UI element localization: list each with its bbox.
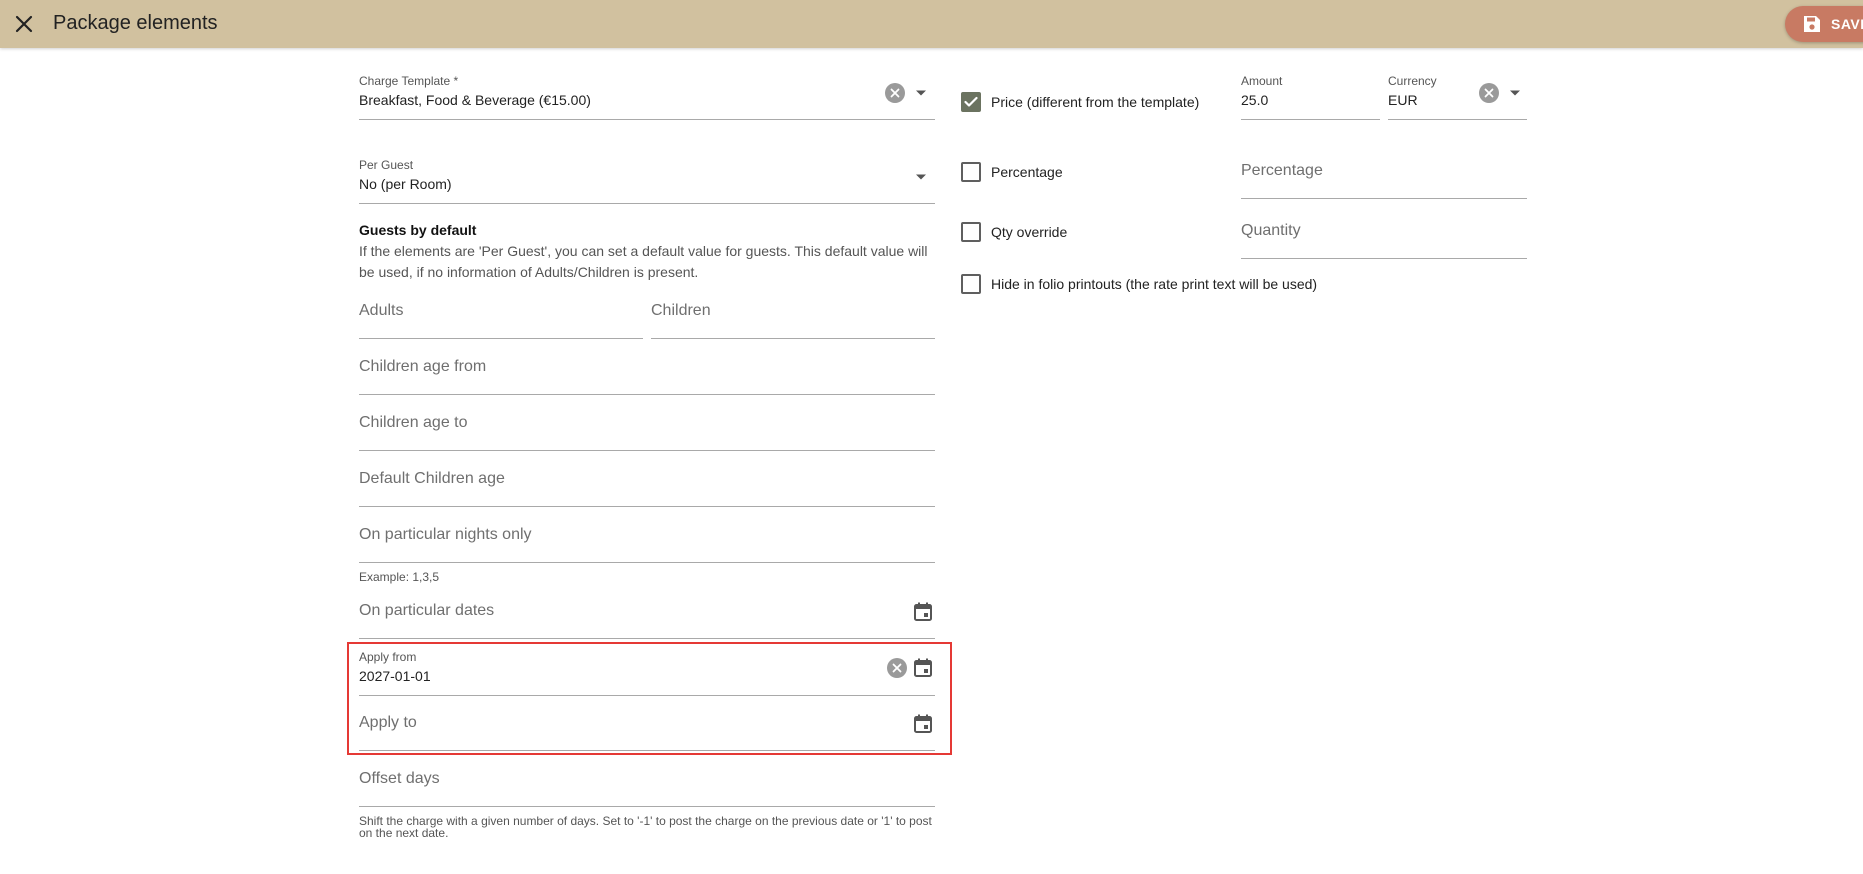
children-age-from-placeholder: Children age from [359,358,487,375]
per-guest-value: No (per Room) [359,176,452,192]
charge-template-label: Charge Template * [359,74,459,88]
default-children-age-placeholder: Default Children age [359,470,505,487]
particular-nights-input[interactable]: On particular nights only [359,514,935,563]
amount-value: 25.0 [1241,92,1269,108]
checkmark-icon [964,96,978,107]
offset-days-hint-line2: on the next date. [359,826,449,840]
per-guest-label: Per Guest [359,158,414,172]
charge-template-value: Breakfast, Food & Beverage (€15.00) [359,92,591,108]
children-age-to-input[interactable]: Children age to [359,402,935,451]
amount-input[interactable]: Amount 25.0 [1241,70,1380,120]
close-icon [15,15,33,33]
chevron-down-icon [1510,90,1520,96]
price-checkbox-label: Price (different from the template) [991,94,1200,110]
particular-nights-hint: Example: 1,3,5 [359,570,440,584]
adults-placeholder: Adults [359,302,404,319]
chevron-down-icon [916,90,926,96]
clear-icon [892,663,902,673]
offset-days-input[interactable]: Offset days [359,758,935,807]
apply-to-input[interactable]: Apply to [359,702,935,751]
clear-icon [890,88,900,98]
apply-from-input[interactable]: Apply from 2027-01-01 [359,646,935,696]
qty-override-checkbox[interactable] [961,222,981,242]
hide-folio-checkbox-label: Hide in folio printouts (the rate print … [991,276,1318,292]
particular-dates-placeholder: On particular dates [359,602,495,619]
guests-default-desc-line1: If the elements are 'Per Guest', you can… [359,243,928,259]
save-button-label: SAVE [1831,16,1863,32]
apply-to-placeholder: Apply to [359,714,417,731]
quantity-input[interactable]: Quantity [1241,210,1527,259]
default-children-age-input[interactable]: Default Children age [359,458,935,507]
save-button[interactable]: SAVE [1785,6,1863,42]
price-checkbox[interactable] [961,92,981,112]
guests-default-desc-line2: be used, if no information of Adults/Chi… [359,264,699,280]
amount-label: Amount [1241,74,1283,88]
clear-apply-from-button[interactable] [887,658,907,678]
percentage-checkbox[interactable] [961,162,981,182]
currency-value: EUR [1388,92,1418,108]
children-input[interactable]: Children [651,290,935,339]
apply-from-value: 2027-01-01 [359,668,431,684]
children-age-to-placeholder: Children age to [359,414,468,431]
offset-days-placeholder: Offset days [359,770,440,787]
particular-dates-input[interactable]: On particular dates [359,590,935,639]
clear-charge-template-button[interactable] [885,83,905,103]
apply-from-calendar-button[interactable] [911,656,935,680]
close-button[interactable] [8,8,40,40]
particular-nights-placeholder: On particular nights only [359,526,532,543]
percentage-placeholder: Percentage [1241,162,1323,179]
quantity-placeholder: Quantity [1241,222,1301,239]
qty-override-checkbox-label: Qty override [991,224,1068,240]
charge-template-dropdown-button[interactable] [911,83,931,103]
percentage-input[interactable]: Percentage [1241,150,1527,199]
apply-to-calendar-button[interactable] [911,712,935,736]
save-icon [1804,16,1820,32]
per-guest-select[interactable]: Per Guest No (per Room) [359,154,935,204]
hide-folio-checkbox[interactable] [961,274,981,294]
per-guest-dropdown-button[interactable] [911,167,931,187]
currency-label: Currency [1388,74,1437,88]
top-bar: Package elements SAVE [0,0,1863,48]
particular-dates-calendar-button[interactable] [911,600,935,624]
guests-default-title: Guests by default [359,222,477,238]
calendar-icon [914,714,932,733]
children-placeholder: Children [651,302,711,319]
currency-dropdown-button[interactable] [1505,83,1525,103]
apply-from-label: Apply from [359,650,417,664]
children-age-from-input[interactable]: Children age from [359,346,935,395]
clear-icon [1484,88,1494,98]
adults-input[interactable]: Adults [359,290,643,339]
page-title: Package elements [53,12,218,34]
chevron-down-icon [916,174,926,180]
charge-template-select[interactable]: Charge Template * Breakfast, Food & Beve… [359,70,935,120]
calendar-icon [914,602,932,621]
percentage-checkbox-label: Percentage [991,164,1063,180]
calendar-icon [914,658,932,677]
currency-select[interactable]: Currency EUR [1388,70,1527,120]
offset-days-hint: Shift the charge with a given number of … [359,815,949,839]
guests-default-description: If the elements are 'Per Guest', you can… [359,241,949,283]
clear-currency-button[interactable] [1479,83,1499,103]
